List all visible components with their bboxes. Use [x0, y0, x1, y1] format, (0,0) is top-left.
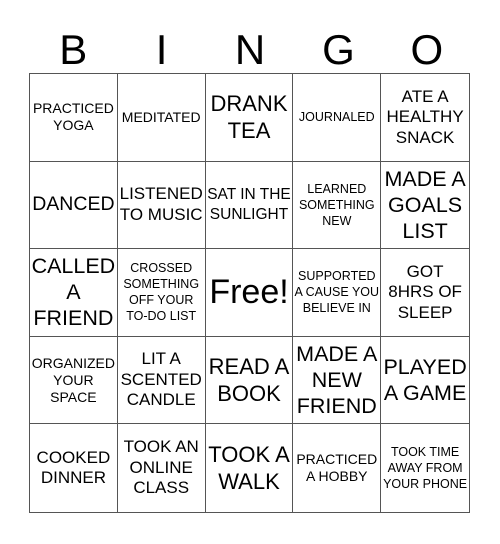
bingo-cell[interactable]: CALLED A FRIEND — [30, 249, 118, 337]
bingo-cell[interactable]: DRANK TEA — [205, 74, 294, 162]
free-space[interactable]: Free! — [205, 249, 294, 337]
bingo-cell[interactable]: CROSSED SOMETHING OFF YOUR TO-DO LIST — [117, 249, 206, 337]
bingo-cell[interactable]: DANCED — [30, 161, 118, 250]
bingo-cell[interactable]: MADE A GOALS LIST — [381, 162, 469, 250]
bingo-cell[interactable]: JOURNALED — [293, 74, 382, 162]
bingo-cell[interactable]: PRACTICED YOGA — [30, 74, 118, 162]
bingo-cell[interactable]: TOOK AN ONLINE CLASS — [118, 424, 206, 512]
header-letter-o: O — [410, 26, 444, 73]
header-letter-i: I — [155, 26, 168, 73]
bingo-cell[interactable]: COOKED DINNER — [30, 424, 118, 512]
bingo-cell[interactable]: ORGANIZED YOUR SPACE — [30, 336, 118, 425]
bingo-cell[interactable]: TOOK TIME AWAY FROM YOUR PHONE — [381, 424, 469, 512]
bingo-grid: PRACTICED YOGA MEDITATED DRANK TEA JOURN… — [29, 73, 470, 513]
bingo-cell[interactable]: ATE A HEALTHY SNACK — [381, 74, 469, 162]
bingo-cell[interactable]: LISTENED TO MUSIC — [117, 161, 206, 250]
bingo-cell[interactable]: SAT IN THE SUNLIGHT — [205, 161, 294, 250]
bingo-cell[interactable]: GOT 8HRS OF SLEEP — [381, 249, 469, 337]
bingo-header: B I N G O — [29, 26, 471, 73]
header-letter-g: G — [322, 26, 355, 73]
bingo-cell[interactable]: LIT A SCENTED CANDLE — [117, 336, 206, 425]
bingo-cell[interactable]: MADE A NEW FRIEND — [293, 336, 382, 425]
bingo-cell[interactable]: LEARNED SOMETHING NEW — [293, 161, 382, 250]
bingo-cell[interactable]: PLAYED A GAME — [381, 337, 469, 425]
bingo-cell[interactable]: MEDITATED — [117, 74, 206, 162]
header-letter-b: B — [59, 26, 88, 73]
bingo-cell[interactable]: PRACTICED A HOBBY — [293, 424, 382, 512]
bingo-cell[interactable]: READ A BOOK — [205, 336, 294, 425]
header-letter-n: N — [234, 26, 266, 73]
bingo-cell[interactable]: SUPPORTED A CAUSE YOU BELIEVE IN — [293, 249, 382, 337]
bingo-cell[interactable]: TOOK A WALK — [206, 424, 294, 512]
